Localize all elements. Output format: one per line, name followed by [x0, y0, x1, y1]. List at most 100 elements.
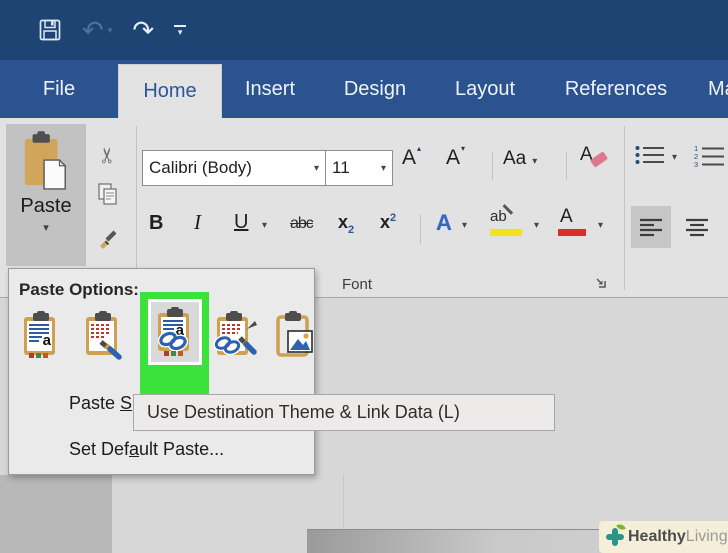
watermark-bold-text: Healthy [628, 528, 686, 545]
change-case-label: Aa [503, 148, 527, 169]
grow-font-letter: A [402, 146, 417, 169]
superscript-base: x [380, 212, 391, 232]
tab-file[interactable]: File [28, 60, 90, 118]
ribbon-tab-bar: File Home Insert Design Layout Reference… [0, 60, 728, 118]
align-right-button[interactable] [721, 206, 728, 248]
underline-button[interactable]: U [234, 211, 248, 234]
group-divider [136, 126, 137, 290]
picture-icon [276, 311, 313, 357]
format-painter-button[interactable] [90, 222, 126, 254]
paste-option-picture[interactable] [271, 305, 321, 367]
undo-button[interactable]: ↶ ▾ [82, 17, 112, 43]
set-default-post: ult Paste... [139, 439, 225, 459]
save-button[interactable] [38, 18, 62, 42]
bold-button[interactable]: B [149, 212, 163, 235]
svg-text:3: 3 [694, 160, 698, 168]
dialog-launcher-icon [596, 278, 606, 288]
page-edge-line [343, 475, 344, 529]
use-destination-theme-link-data-icon: a [157, 307, 189, 356]
undo-icon: ↶ [82, 15, 104, 45]
font-color-letter: A [560, 206, 573, 227]
set-default-accel: a [129, 439, 140, 459]
customize-quick-access-toolbar-button[interactable]: ▾ [174, 24, 187, 37]
subscript-button[interactable]: x2 [338, 212, 354, 236]
bullets-button[interactable] [634, 144, 666, 166]
redo-icon: ↷ [132, 15, 155, 45]
tab-mailings[interactable]: Mailings [708, 60, 728, 118]
tooltip: Use Destination Theme & Link Data (L) [133, 394, 555, 431]
paste-dropdown-chevron-icon: ▾ [43, 222, 49, 234]
grow-font-button[interactable]: A ▴ [402, 144, 421, 170]
paste-option-keep-source-formatting[interactable]: a [17, 305, 67, 367]
superscript-button[interactable]: x2 [380, 212, 396, 233]
chevron-down-icon: ▾ [177, 26, 183, 37]
paste-button[interactable]: Paste ▾ [6, 124, 86, 266]
divider [566, 152, 567, 180]
keep-source-formatting-link-data-icon [213, 311, 257, 356]
word-window: ↶ ▾ ↷ ▾ File Home Insert Design Layout R… [0, 0, 728, 553]
align-left-button[interactable] [631, 206, 671, 248]
scissors-icon: ✂ [96, 146, 120, 164]
align-center-button[interactable] [677, 206, 717, 248]
save-icon [39, 19, 61, 41]
tab-design[interactable]: Design [338, 60, 412, 118]
underline-dropdown-chevron-icon[interactable]: ▾ [262, 220, 267, 231]
subscript-mark: 2 [348, 224, 355, 236]
bullets-chevron-icon[interactable]: ▾ [672, 152, 677, 163]
align-left-icon [640, 218, 662, 237]
redo-button[interactable]: ↷ [132, 17, 154, 43]
font-name-combobox[interactable]: Calibri (Body) ▾ [142, 150, 326, 186]
highlight-chevron-icon[interactable]: ▾ [534, 220, 539, 231]
paste-option-use-destination-theme-link-data[interactable]: a [147, 299, 202, 365]
tab-references[interactable]: References [558, 60, 674, 118]
title-bar: ↶ ▾ ↷ ▾ [0, 0, 728, 60]
change-case-button[interactable]: Aa ▾ [503, 148, 537, 170]
highlight-color-bar [490, 229, 522, 236]
font-color-bar [558, 229, 586, 236]
text-effects-chevron-icon[interactable]: ▾ [462, 220, 467, 231]
chevron-down-icon: ▾ [532, 156, 538, 167]
shrink-font-button[interactable]: A ▾ [446, 144, 466, 170]
undo-dropdown-chevron-icon[interactable]: ▾ [108, 25, 113, 36]
tab-home[interactable]: Home [118, 64, 222, 118]
paste-label: Paste [20, 195, 72, 217]
menu-item-set-default-paste[interactable]: Set Default Paste... [69, 439, 224, 460]
group-divider [624, 126, 625, 290]
divider [420, 214, 421, 244]
cut-button[interactable]: ✂ [88, 138, 128, 172]
bullets-icon [635, 146, 664, 164]
caret-down-icon: ▾ [461, 144, 466, 153]
copy-icon [98, 183, 117, 205]
healthy-living-logo: Healthy Living [599, 521, 728, 553]
paste-option-keep-source-formatting-link-data[interactable] [209, 305, 259, 367]
format-painter-icon [99, 230, 116, 249]
numbering-icon: 1 2 3 [694, 144, 724, 168]
shrink-font-letter: A [446, 146, 461, 169]
font-size-combobox[interactable]: 11 ▾ [325, 150, 393, 186]
text-highlight-button[interactable]: ab [490, 204, 522, 236]
text-effects-button[interactable]: A [436, 210, 452, 236]
italic-button[interactable]: I [194, 210, 201, 235]
strikethrough-button[interactable]: abc [290, 215, 314, 233]
font-dialog-launcher-button[interactable] [594, 276, 608, 290]
keep-source-formatting-icon: a [24, 311, 55, 358]
paste-special-accel: S [120, 393, 133, 413]
merge-formatting-icon [86, 311, 122, 360]
highlight-box: a [140, 292, 209, 396]
document-left-margin [0, 475, 112, 553]
set-default-pre: Set Def [69, 439, 130, 459]
font-color-button[interactable]: A [558, 206, 586, 236]
chevron-down-icon[interactable]: ▾ [314, 163, 319, 174]
quick-access-toolbar: ↶ ▾ ↷ ▾ [38, 12, 187, 48]
copy-button[interactable] [90, 178, 126, 210]
chevron-down-icon[interactable]: ▾ [381, 163, 386, 174]
numbering-button[interactable]: 1 2 3 [694, 144, 728, 168]
clear-formatting-button[interactable]: A [580, 144, 609, 168]
paste-option-merge-formatting[interactable] [79, 305, 129, 367]
svg-text:a: a [43, 332, 52, 349]
font-color-chevron-icon[interactable]: ▾ [598, 220, 603, 231]
paste-clipboard-icon [24, 131, 67, 190]
tab-insert[interactable]: Insert [236, 60, 304, 118]
plus-cross-icon [605, 523, 626, 547]
tab-layout[interactable]: Layout [448, 60, 522, 118]
